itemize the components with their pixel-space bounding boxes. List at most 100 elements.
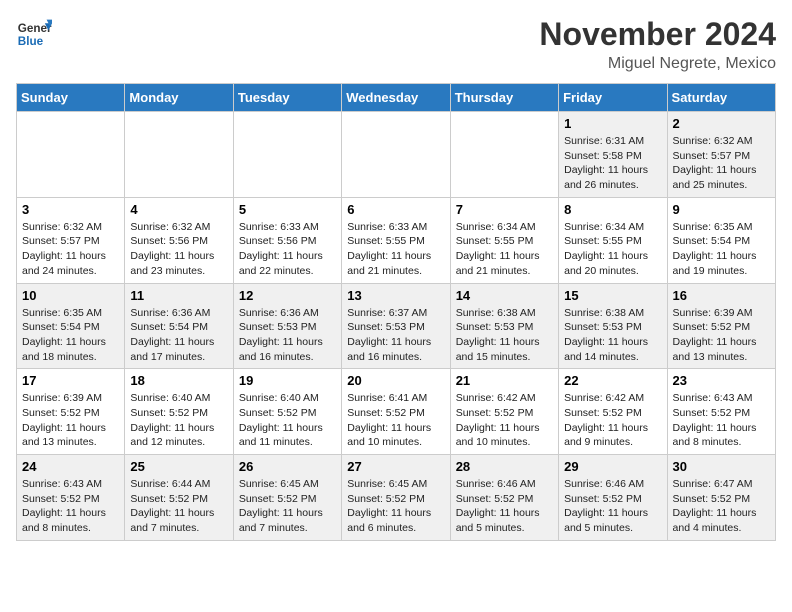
calendar-cell [342, 112, 450, 198]
calendar-cell: 7Sunrise: 6:34 AMSunset: 5:55 PMDaylight… [450, 197, 558, 283]
svg-text:Blue: Blue [18, 35, 44, 48]
week-row-3: 10 Sunrise: 6:35 AMSunset: 5:54 PMDayligh… [17, 283, 776, 369]
day-info: Sunrise: 6:45 AMSunset: 5:52 PMDaylight:… [239, 477, 336, 536]
calendar-cell: 6 Sunrise: 6:33 AMSunset: 5:55 PMDaylight… [342, 197, 450, 283]
day-info: Sunrise: 6:34 AMSunset: 5:55 PMDaylight:… [456, 220, 553, 279]
day-info: Sunrise: 6:41 AMSunset: 5:52 PMDaylight:… [347, 391, 444, 450]
calendar-cell: 29 Sunrise: 6:46 AMSunset: 5:52 PMDayligh… [559, 455, 667, 541]
day-number: 23 [673, 373, 770, 388]
day-info: Sunrise: 6:36 AMSunset: 5:53 PMDaylight:… [239, 306, 336, 365]
calendar-cell [17, 112, 125, 198]
title-block: November 2024 Miguel Negrete, Mexico [539, 16, 776, 73]
calendar-cell: 21 Sunrise: 6:42 AMSunset: 5:52 PMDayligh… [450, 369, 558, 455]
header-sunday: Sunday [17, 84, 125, 112]
calendar-cell: 20 Sunrise: 6:41 AMSunset: 5:52 PMDayligh… [342, 369, 450, 455]
day-info: Sunrise: 6:36 AMSunset: 5:54 PMDaylight:… [130, 306, 227, 365]
calendar-cell: 28Sunrise: 6:46 AMSunset: 5:52 PMDayligh… [450, 455, 558, 541]
day-info: Sunrise: 6:44 AMSunset: 5:52 PMDaylight:… [130, 477, 227, 536]
day-number: 5 [239, 202, 336, 217]
day-info: Sunrise: 6:45 AMSunset: 5:52 PMDaylight:… [347, 477, 444, 536]
day-number: 13 [347, 288, 444, 303]
day-info: Sunrise: 6:32 AMSunset: 5:57 PMDaylight:… [22, 220, 119, 279]
day-number: 1 [564, 116, 661, 131]
day-info: Sunrise: 6:33 AMSunset: 5:55 PMDaylight:… [347, 220, 444, 279]
calendar-cell [450, 112, 558, 198]
day-number: 10 [22, 288, 119, 303]
calendar-cell: 1 Sunrise: 6:31 AMSunset: 5:58 PMDaylight… [559, 112, 667, 198]
day-number: 6 [347, 202, 444, 217]
calendar-cell: 4 Sunrise: 6:32 AMSunset: 5:56 PMDaylight… [125, 197, 233, 283]
calendar-cell: 25 Sunrise: 6:44 AMSunset: 5:52 PMDayligh… [125, 455, 233, 541]
day-info: Sunrise: 6:43 AMSunset: 5:52 PMDaylight:… [673, 391, 770, 450]
day-info: Sunrise: 6:38 AMSunset: 5:53 PMDaylight:… [564, 306, 661, 365]
day-info: Sunrise: 6:35 AMSunset: 5:54 PMDaylight:… [22, 306, 119, 365]
day-number: 8 [564, 202, 661, 217]
calendar-cell: 5 Sunrise: 6:33 AMSunset: 5:56 PMDaylight… [233, 197, 341, 283]
day-number: 22 [564, 373, 661, 388]
day-info: Sunrise: 6:46 AMSunset: 5:52 PMDaylight:… [456, 477, 553, 536]
day-number: 25 [130, 459, 227, 474]
day-number: 21 [456, 373, 553, 388]
calendar-cell: 3 Sunrise: 6:32 AMSunset: 5:57 PMDaylight… [17, 197, 125, 283]
calendar-cell: 27 Sunrise: 6:45 AMSunset: 5:52 PMDayligh… [342, 455, 450, 541]
calendar-cell: 10 Sunrise: 6:35 AMSunset: 5:54 PMDayligh… [17, 283, 125, 369]
week-row-5: 24 Sunrise: 6:43 AMSunset: 5:52 PMDayligh… [17, 455, 776, 541]
day-number: 18 [130, 373, 227, 388]
header-monday: Monday [125, 84, 233, 112]
day-info: Sunrise: 6:40 AMSunset: 5:52 PMDaylight:… [130, 391, 227, 450]
calendar-cell: 22 Sunrise: 6:42 AMSunset: 5:52 PMDayligh… [559, 369, 667, 455]
calendar-cell: 16Sunrise: 6:39 AMSunset: 5:52 PMDayligh… [667, 283, 775, 369]
calendar-cell: 23 Sunrise: 6:43 AMSunset: 5:52 PMDayligh… [667, 369, 775, 455]
day-number: 17 [22, 373, 119, 388]
week-row-2: 3 Sunrise: 6:32 AMSunset: 5:57 PMDaylight… [17, 197, 776, 283]
header-friday: Friday [559, 84, 667, 112]
day-info: Sunrise: 6:31 AMSunset: 5:58 PMDaylight:… [564, 134, 661, 193]
day-number: 29 [564, 459, 661, 474]
week-row-1: 1 Sunrise: 6:31 AMSunset: 5:58 PMDaylight… [17, 112, 776, 198]
page-header: General Blue November 2024 Miguel Negret… [16, 16, 776, 73]
day-number: 30 [673, 459, 770, 474]
header-wednesday: Wednesday [342, 84, 450, 112]
week-row-4: 17 Sunrise: 6:39 AMSunset: 5:52 PMDayligh… [17, 369, 776, 455]
day-number: 27 [347, 459, 444, 474]
logo: General Blue [16, 16, 52, 52]
weekday-header-row: Sunday Monday Tuesday Wednesday Thursday… [17, 84, 776, 112]
day-info: Sunrise: 6:38 AMSunset: 5:53 PMDaylight:… [456, 306, 553, 365]
day-number: 4 [130, 202, 227, 217]
day-number: 24 [22, 459, 119, 474]
location-subtitle: Miguel Negrete, Mexico [539, 55, 776, 73]
day-number: 11 [130, 288, 227, 303]
day-number: 19 [239, 373, 336, 388]
day-number: 20 [347, 373, 444, 388]
calendar-cell: 12Sunrise: 6:36 AMSunset: 5:53 PMDayligh… [233, 283, 341, 369]
calendar-cell: 18 Sunrise: 6:40 AMSunset: 5:52 PMDayligh… [125, 369, 233, 455]
day-number: 15 [564, 288, 661, 303]
calendar-table: Sunday Monday Tuesday Wednesday Thursday… [16, 83, 776, 541]
calendar-cell: 30Sunrise: 6:47 AMSunset: 5:52 PMDayligh… [667, 455, 775, 541]
day-number: 16 [673, 288, 770, 303]
day-info: Sunrise: 6:42 AMSunset: 5:52 PMDaylight:… [456, 391, 553, 450]
calendar-cell: 8 Sunrise: 6:34 AMSunset: 5:55 PMDaylight… [559, 197, 667, 283]
day-info: Sunrise: 6:42 AMSunset: 5:52 PMDaylight:… [564, 391, 661, 450]
day-info: Sunrise: 6:34 AMSunset: 5:55 PMDaylight:… [564, 220, 661, 279]
calendar-cell: 24 Sunrise: 6:43 AMSunset: 5:52 PMDayligh… [17, 455, 125, 541]
day-info: Sunrise: 6:43 AMSunset: 5:52 PMDaylight:… [22, 477, 119, 536]
day-info: Sunrise: 6:40 AMSunset: 5:52 PMDaylight:… [239, 391, 336, 450]
calendar-cell [125, 112, 233, 198]
day-info: Sunrise: 6:39 AMSunset: 5:52 PMDaylight:… [22, 391, 119, 450]
month-title: November 2024 [539, 16, 776, 53]
calendar-cell: 15 Sunrise: 6:38 AMSunset: 5:53 PMDayligh… [559, 283, 667, 369]
calendar-cell: 11 Sunrise: 6:36 AMSunset: 5:54 PMDayligh… [125, 283, 233, 369]
header-saturday: Saturday [667, 84, 775, 112]
day-number: 3 [22, 202, 119, 217]
header-thursday: Thursday [450, 84, 558, 112]
calendar-cell [233, 112, 341, 198]
day-info: Sunrise: 6:46 AMSunset: 5:52 PMDaylight:… [564, 477, 661, 536]
day-info: Sunrise: 6:33 AMSunset: 5:56 PMDaylight:… [239, 220, 336, 279]
day-info: Sunrise: 6:32 AMSunset: 5:56 PMDaylight:… [130, 220, 227, 279]
calendar-cell: 19 Sunrise: 6:40 AMSunset: 5:52 PMDayligh… [233, 369, 341, 455]
calendar-cell: 14Sunrise: 6:38 AMSunset: 5:53 PMDayligh… [450, 283, 558, 369]
calendar-cell: 17 Sunrise: 6:39 AMSunset: 5:52 PMDayligh… [17, 369, 125, 455]
day-info: Sunrise: 6:35 AMSunset: 5:54 PMDaylight:… [673, 220, 770, 279]
day-number: 2 [673, 116, 770, 131]
